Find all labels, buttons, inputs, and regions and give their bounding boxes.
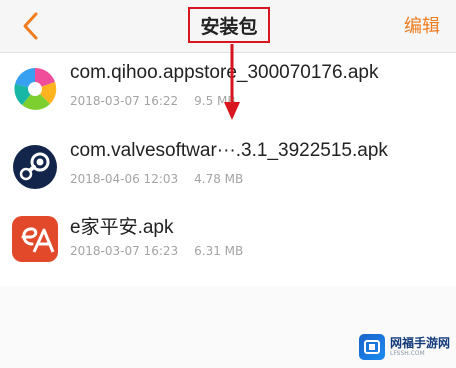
watermark-title: 网福手游网	[389, 336, 450, 350]
file-date: 2018-03-07 16:23	[70, 244, 179, 258]
watermark-logo-icon	[358, 334, 385, 360]
file-name: e家平安.apk	[70, 217, 174, 238]
chevron-left-icon	[23, 12, 38, 40]
file-meta: 2018-03-07 16:23 6.31 MB	[70, 244, 243, 258]
back-button[interactable]	[14, 8, 50, 44]
steam-icon	[12, 144, 58, 190]
file-size: 4.78 MB	[194, 172, 244, 186]
list-item[interactable]: com.valvesoftwar···.3.1_3922515.apk 2018…	[0, 134, 456, 206]
watermark-subtitle: LFSSH.COM	[389, 350, 425, 357]
arrow-down-icon	[224, 44, 240, 120]
page-title-text: 安装包	[200, 15, 258, 38]
edit-button[interactable]: 编辑	[404, 12, 440, 38]
list-item[interactable]: e家平安.apk 2018-03-07 16:23 6.31 MB	[0, 206, 456, 278]
e-home-safety-icon	[12, 216, 58, 262]
qihoo-appstore-icon	[12, 66, 58, 112]
file-size: 6.31 MB	[194, 244, 244, 258]
file-date: 2018-04-06 12:03	[70, 172, 179, 186]
file-meta: 2018-04-06 12:03 4.78 MB	[70, 172, 243, 186]
file-meta: 2018-03-07 16:22 9.5 MB	[70, 94, 236, 108]
file-date: 2018-03-07 16:22	[70, 94, 179, 108]
page-title: 安装包	[188, 7, 270, 43]
file-name: com.valvesoftwar···.3.1_3922515.apk	[70, 140, 388, 161]
watermark: 网福手游网 LFSSH.COM	[358, 334, 450, 360]
